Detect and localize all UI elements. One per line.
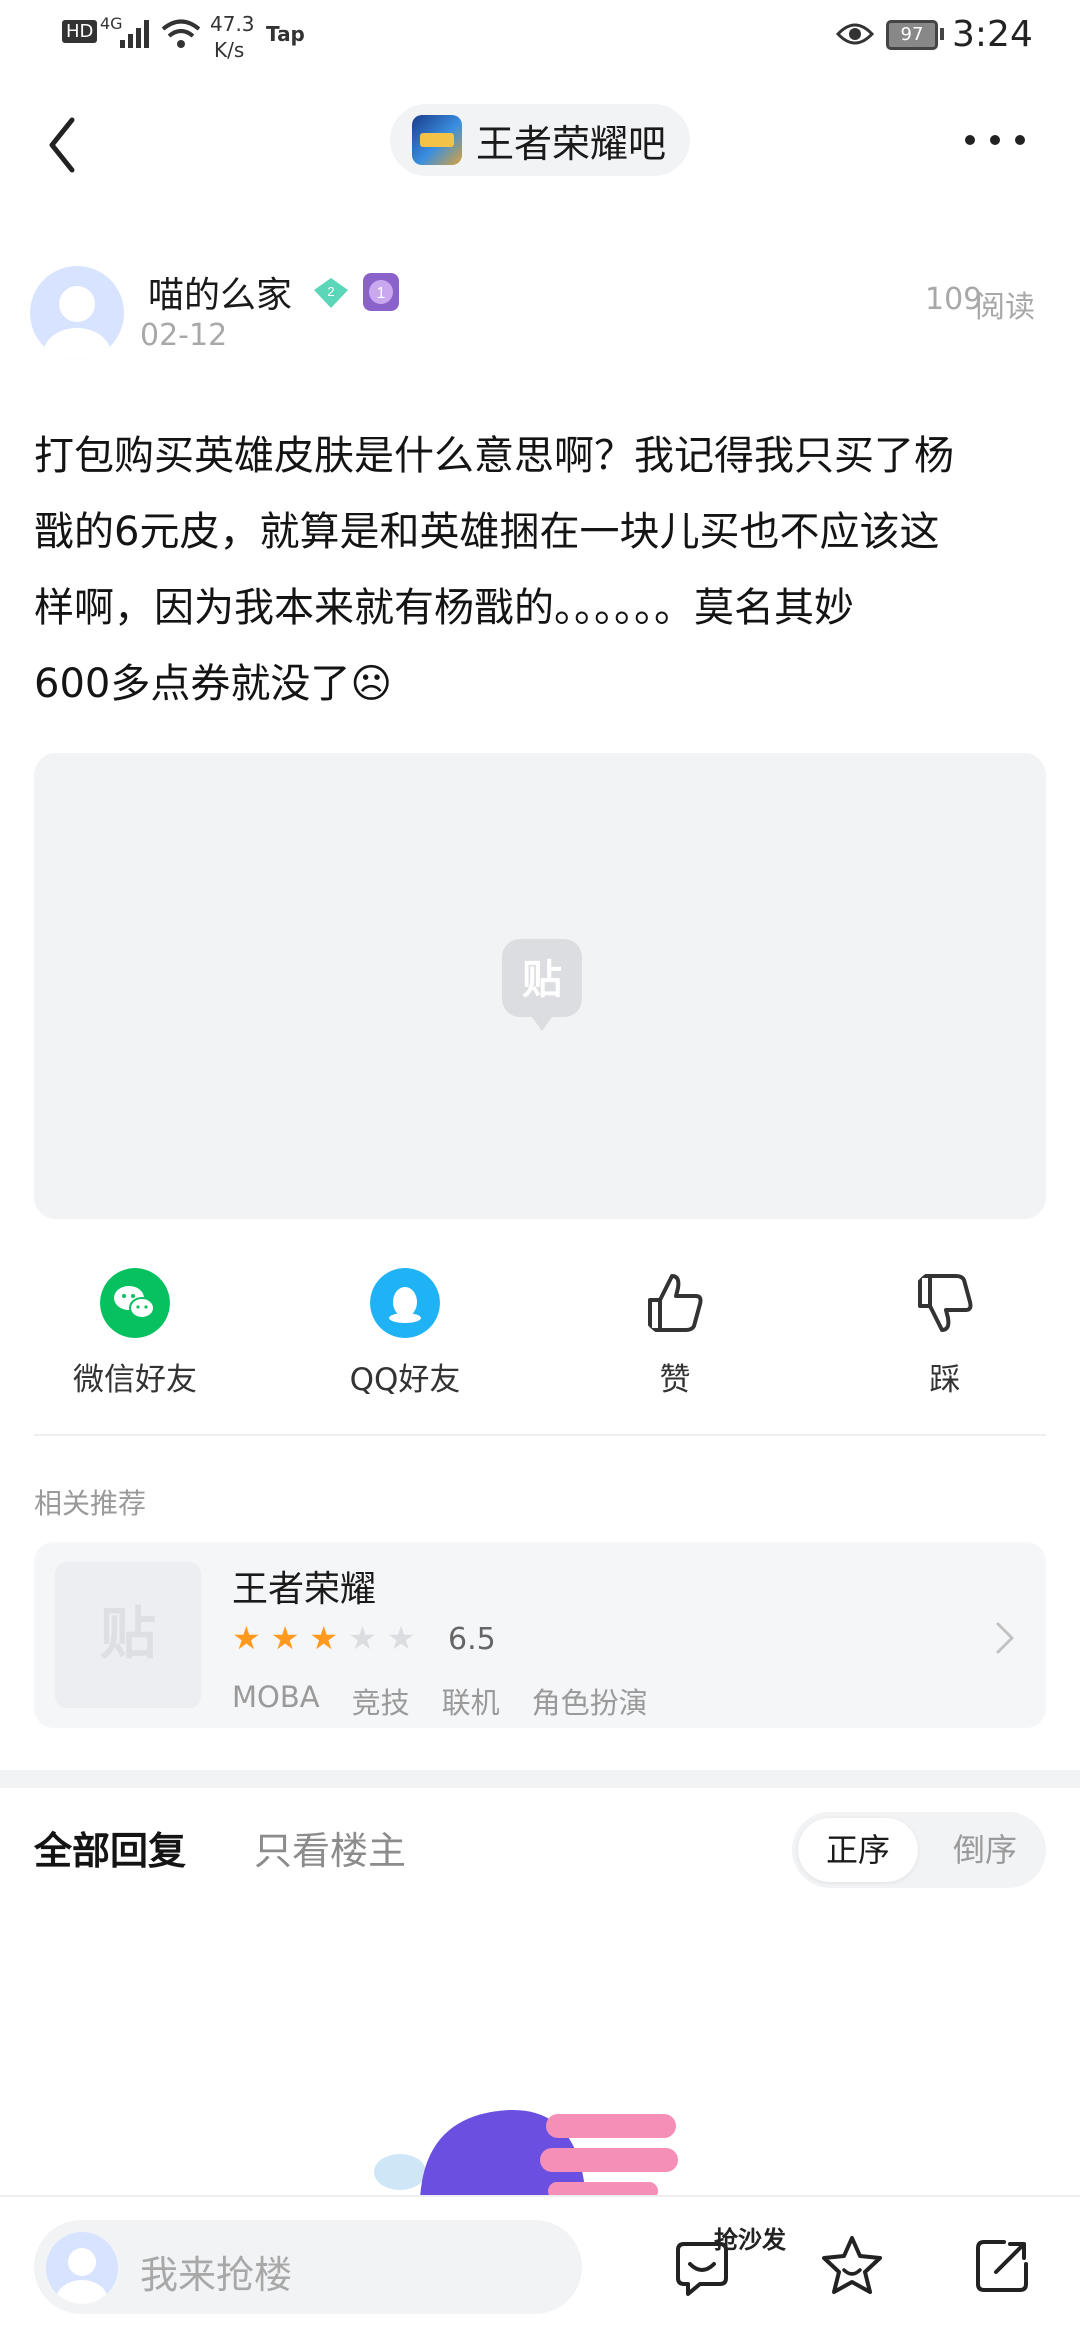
- like-button[interactable]: 赞: [595, 1268, 755, 1399]
- dislike-button[interactable]: 踩: [865, 1268, 1025, 1399]
- rating-stars: ★ ★ ★ ★ ★: [232, 1622, 415, 1654]
- level-badge-number: 2: [327, 284, 334, 299]
- reply-placeholder: 我来抢楼: [140, 2253, 293, 2297]
- star-empty-icon: ★: [348, 1619, 377, 1657]
- tab-all-replies[interactable]: 全部回复: [34, 1820, 186, 1875]
- tag: 竞技: [351, 1686, 410, 1720]
- qq-icon: [370, 1268, 440, 1338]
- clock: 3:24: [952, 14, 1033, 55]
- star-filled-icon: ★: [270, 1619, 300, 1657]
- star-filled-icon: ★: [309, 1619, 339, 1657]
- post-date: 02-12: [140, 318, 228, 353]
- battery-level: 97: [900, 24, 924, 45]
- share-qq-button[interactable]: QQ好友: [325, 1268, 485, 1399]
- tag: MOBA: [232, 1680, 320, 1714]
- tieba-placeholder-icon: 贴: [502, 939, 582, 1031]
- back-icon[interactable]: [40, 110, 90, 180]
- net-speed-unit: K/s: [214, 38, 245, 62]
- wechat-icon: [100, 1268, 170, 1338]
- author-avatar[interactable]: [30, 266, 124, 360]
- dislike-label: 踩: [929, 1362, 961, 1398]
- post-line: 600多点券就没了☹: [34, 661, 393, 707]
- post-content: 打包购买英雄皮肤是什么意思啊？我记得我只买了杨 戬的6元皮，就算是和英雄捆在一块…: [34, 418, 1054, 722]
- signal-icon: [120, 20, 149, 48]
- star-filled-icon: ★: [232, 1619, 261, 1657]
- read-count: 109: [925, 282, 983, 317]
- tag: 联机: [441, 1686, 500, 1720]
- thumb-down-icon: [918, 1274, 973, 1332]
- recommend-tags: MOBA 竞技 联机 角色扮演: [232, 1680, 648, 1722]
- level-badge-icon: 2: [314, 278, 348, 308]
- post-line: 打包购买英雄皮肤是什么意思啊？我记得我只买了杨: [34, 433, 954, 479]
- share-qq-label: QQ好友: [349, 1362, 461, 1398]
- author-name[interactable]: 喵的么家: [148, 266, 292, 318]
- rating-score: 6.5: [448, 1622, 496, 1657]
- chevron-right-icon: [996, 1622, 1014, 1654]
- net-speed-value: 47.3: [210, 12, 255, 36]
- placeholder-glyph: 贴: [522, 957, 562, 1003]
- battery-tip: [940, 28, 944, 40]
- sort-descending-button[interactable]: 倒序: [930, 1818, 1040, 1882]
- wifi-icon: [161, 19, 201, 48]
- more-icon[interactable]: [960, 120, 1030, 160]
- star-icon[interactable]: [820, 2234, 884, 2298]
- tap-indicator: Tap: [266, 22, 305, 46]
- recommend-thumbnail: 贴: [55, 1562, 201, 1708]
- star-empty-icon: ★: [386, 1619, 416, 1657]
- tag: 角色扮演: [531, 1686, 648, 1720]
- user-silhouette-icon: [56, 2248, 108, 2304]
- share-wechat-label: 微信好友: [73, 1362, 197, 1398]
- share-icon[interactable]: [970, 2234, 1034, 2298]
- eye-icon: [836, 23, 874, 45]
- tab-owner-only[interactable]: 只看楼主: [254, 1820, 406, 1875]
- recommend-thumb-glyph: 贴: [100, 1602, 156, 1667]
- post-line: 戬的6元皮，就算是和英雄捆在一块儿买也不应该这: [34, 509, 940, 555]
- thumb-up-icon: [648, 1274, 703, 1332]
- rank-badge-number: 1: [377, 285, 386, 302]
- user-silhouette-icon: [43, 286, 111, 360]
- battery-icon: 97: [886, 20, 938, 50]
- recommend-game-name: 王者荣耀: [232, 1569, 377, 1610]
- empty-state-illustration: [374, 2109, 678, 2200]
- share-wechat-button[interactable]: 微信好友: [55, 1268, 215, 1399]
- sort-ascending-button[interactable]: 正序: [798, 1818, 918, 1882]
- post-line: 样啊，因为我本来就有杨戬的。。。。。。莫名其妙: [34, 585, 854, 631]
- status-bar: HD 4G 47.3 K/s Tap 97 3:24: [0, 0, 1080, 80]
- reply-avatar: [46, 2232, 118, 2304]
- like-label: 赞: [659, 1362, 691, 1398]
- forum-logo: [412, 115, 462, 165]
- sofa-label: 抢沙发: [714, 2226, 786, 2254]
- rank-badge-icon: 1: [363, 273, 399, 311]
- divider: [34, 1434, 1046, 1436]
- hd-indicator: HD: [62, 20, 98, 43]
- forum-pill[interactable]: 王者荣耀吧: [390, 104, 690, 176]
- forum-name: 王者荣耀吧: [476, 121, 667, 166]
- recommend-section-title: 相关推荐: [34, 1487, 147, 1520]
- section-separator: [0, 1770, 1080, 1788]
- read-label: 阅读: [975, 290, 1035, 325]
